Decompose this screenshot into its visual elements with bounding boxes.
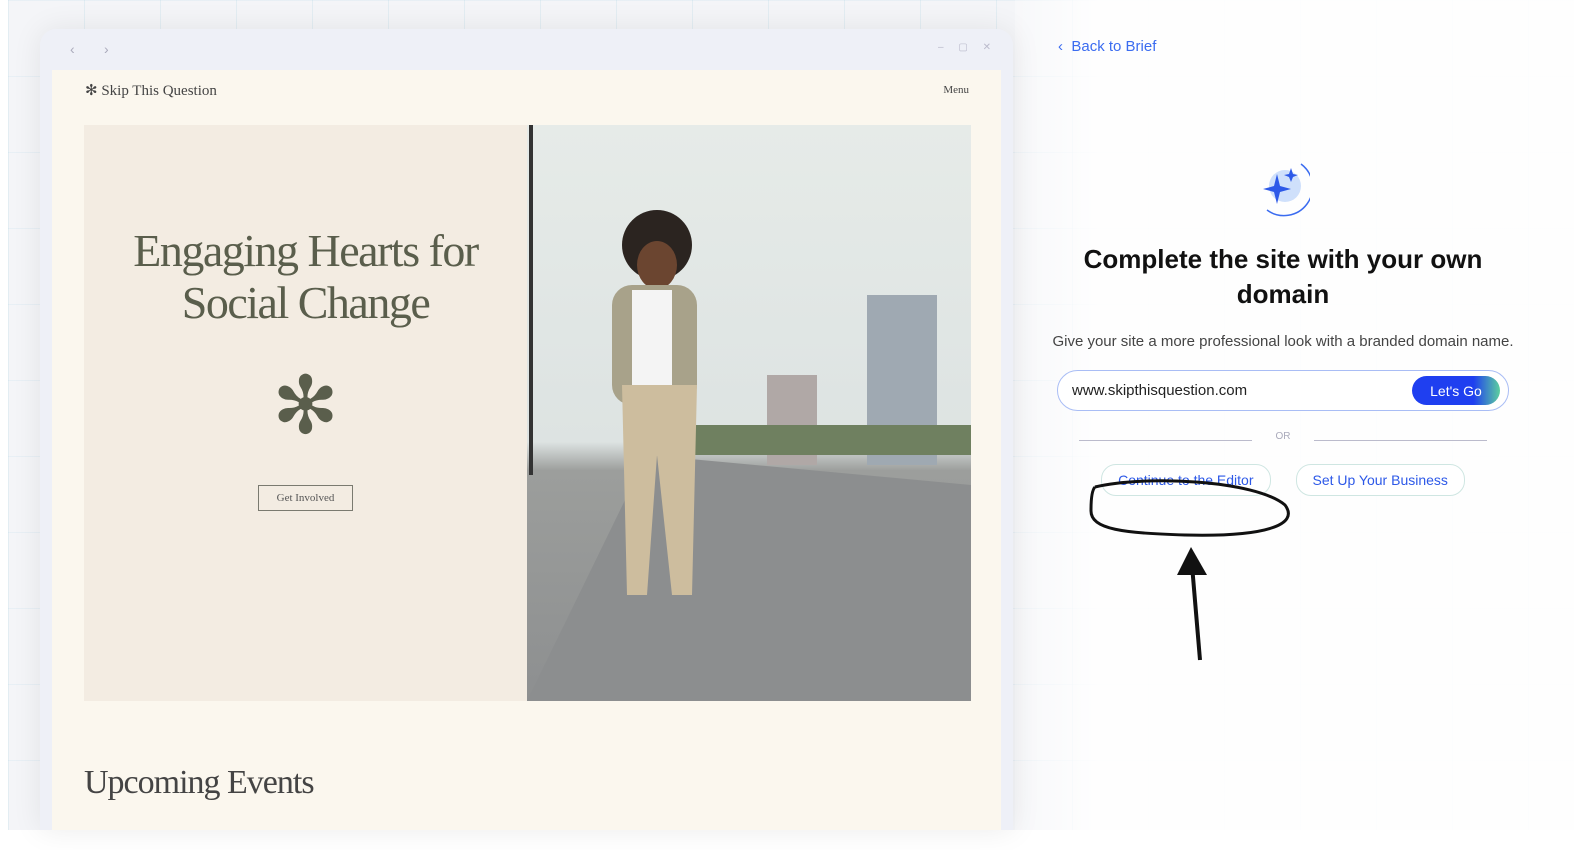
or-divider: OR: [1050, 431, 1516, 451]
browser-window: ‹ › – ▢ ✕ ✻ Skip This Question Menu Enga…: [40, 29, 1013, 830]
hero-title: Engaging Hearts for Social Change: [133, 225, 479, 328]
back-to-brief-link[interactable]: ‹ Back to Brief: [1058, 38, 1156, 55]
chevron-left-icon: ‹: [1058, 38, 1063, 55]
woman-walking-photo: [527, 125, 971, 701]
sparkle-icon: [1263, 163, 1310, 217]
set-up-business-button[interactable]: Set Up Your Business: [1295, 464, 1465, 496]
browser-back-button[interactable]: ‹: [70, 41, 75, 57]
panel-subtitle: Give your site a more professional look …: [1052, 333, 1514, 350]
lets-go-button[interactable]: Let's Go: [1412, 376, 1500, 405]
domain-value[interactable]: www.skipthisquestion.com: [1072, 382, 1247, 399]
browser-forward-button[interactable]: ›: [104, 41, 109, 57]
window-controls[interactable]: – ▢ ✕: [938, 42, 997, 53]
events-heading: Upcoming Events: [84, 764, 315, 801]
site-preview: ✻ Skip This Question Menu Engaging Heart…: [52, 70, 1001, 830]
hero-text-block: Engaging Hearts for Social Change ✻ Get …: [84, 125, 527, 701]
get-involved-button[interactable]: Get Involved: [257, 485, 354, 511]
back-label: Back to Brief: [1071, 38, 1157, 55]
hero-photo: [527, 125, 971, 701]
domain-panel: Complete the site with your own domain G…: [1050, 150, 1516, 496]
panel-title: Complete the site with your own domain: [1083, 244, 1483, 309]
site-logo[interactable]: ✻ Skip This Question: [85, 81, 217, 100]
site-menu[interactable]: Menu: [943, 84, 969, 96]
hand-drawn-annotation: [1089, 479, 1290, 661]
asterisk-icon: ✻: [271, 361, 340, 450]
domain-input[interactable]: www.skipthisquestion.com Let's Go: [1057, 370, 1509, 411]
